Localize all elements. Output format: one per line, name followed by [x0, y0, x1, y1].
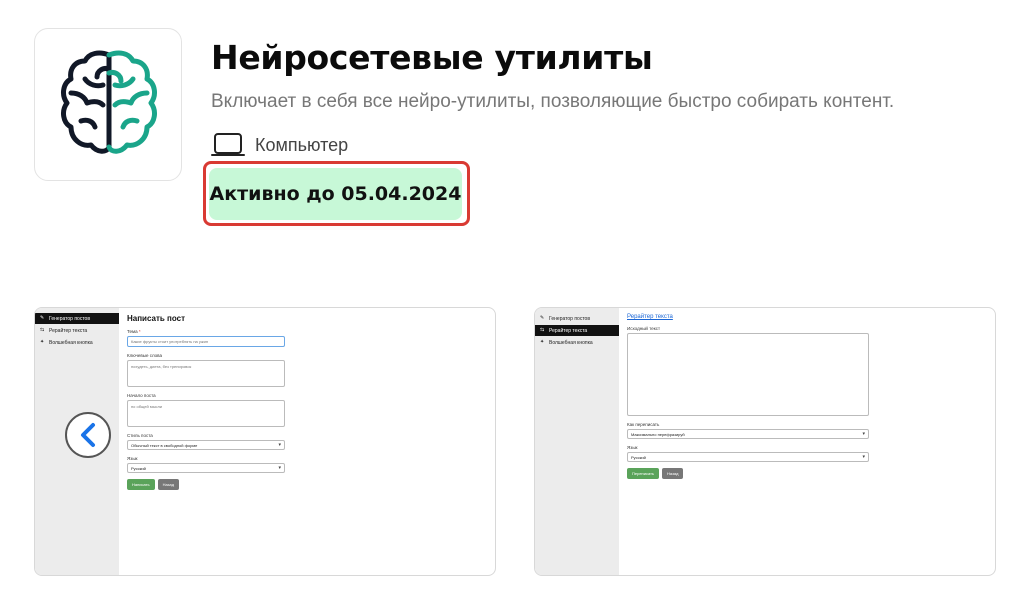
mini-how-select: Максимально перефразируй [627, 429, 869, 439]
mini-write-button: Написать [127, 479, 155, 490]
mini-sidebar-item-post-generator: ✎ Генератор постов [35, 313, 119, 324]
mini-intro-label: Начало поста [127, 393, 156, 398]
mini-sidebar-item-rewriter: ⇆ Рерайтер текста [535, 325, 619, 336]
mini-keywords-label: Ключевые слова [127, 353, 163, 358]
brain-icon [61, 50, 157, 154]
mini-sidebar-label: Генератор постов [49, 315, 90, 322]
mini-how-label: Как переписать [627, 422, 660, 427]
magic-wand-icon: ✦ [40, 339, 45, 345]
mini-sidebar-item-post-generator: ✎ Генератор постов [535, 313, 619, 324]
mini-main: Написать пост Тема * Какие фрукты стоит … [127, 314, 487, 490]
mini-back-button: Назад [662, 468, 684, 479]
platform-row: Компьютер [211, 131, 348, 159]
mini-sidebar-item-magic: ✦ Волшебная кнопка [535, 337, 619, 348]
mini-sidebar: ✎ Генератор постов ⇆ Рерайтер текста ✦ В… [535, 308, 619, 575]
mini-source-input [627, 333, 869, 416]
app-icon-card [34, 28, 182, 181]
mini-sidebar-label: Рерайтер текста [49, 327, 88, 334]
chevron-left-icon [81, 423, 95, 447]
magic-wand-icon: ✦ [540, 339, 545, 345]
mini-sidebar-item-rewriter: ⇆ Рерайтер текста [35, 325, 119, 336]
platform-label: Компьютер [255, 134, 349, 155]
mini-sidebar-label: Волшебная кнопка [549, 339, 593, 346]
mini-back-button: Назад [157, 479, 180, 490]
status-badge: Активно до 05.04.2024 [209, 168, 462, 220]
rewrite-icon: ⇆ [40, 327, 45, 333]
mini-keywords-input: похудеть, диета, без тренировок [127, 360, 285, 387]
mini-sidebar-label: Волшебная кнопка [49, 339, 93, 346]
mini-sidebar-label: Генератор постов [549, 315, 590, 322]
mini-intro-input: по общей мысли [127, 400, 285, 427]
carousel-prev-button[interactable] [65, 412, 111, 458]
app-description: Включает в себя все нейро-утилиты, позво… [211, 91, 895, 112]
mini-topic-input: Какие фрукты стоит употреблять на ужин [127, 336, 285, 347]
edit-icon: ✎ [540, 315, 545, 321]
mini-heading: Написать пост [127, 314, 186, 323]
mini-lang-select: Русский [127, 463, 285, 473]
mini-lang-select: Русский [627, 452, 869, 462]
mini-topic-label: Тема * [127, 329, 141, 334]
app-title: Нейросетевые утилиты [211, 38, 653, 77]
mini-sidebar-label: Рерайтер текста [549, 327, 588, 334]
mini-style-label: Стиль поста [127, 433, 153, 438]
mini-source-label: Исходный текст [627, 326, 661, 331]
rewrite-icon: ⇆ [540, 327, 545, 333]
mini-sidebar-item-magic: ✦ Волшебная кнопка [35, 337, 119, 348]
mini-heading-link: Рерайтер текста [627, 314, 673, 320]
mini-rewrite-button: Переписать [627, 468, 660, 479]
mini-lang-label: Язык [127, 456, 138, 461]
laptop-icon [211, 133, 245, 156]
mini-main: Рерайтер текста Исходный текст Как переп… [627, 314, 987, 479]
mini-style-select: Обычный текст в свободной форме [127, 440, 285, 450]
edit-icon: ✎ [40, 315, 45, 321]
mini-lang-label: Язык [627, 445, 638, 450]
screenshot-text-rewriter[interactable]: ✎ Генератор постов ⇆ Рерайтер текста ✦ В… [534, 307, 996, 576]
